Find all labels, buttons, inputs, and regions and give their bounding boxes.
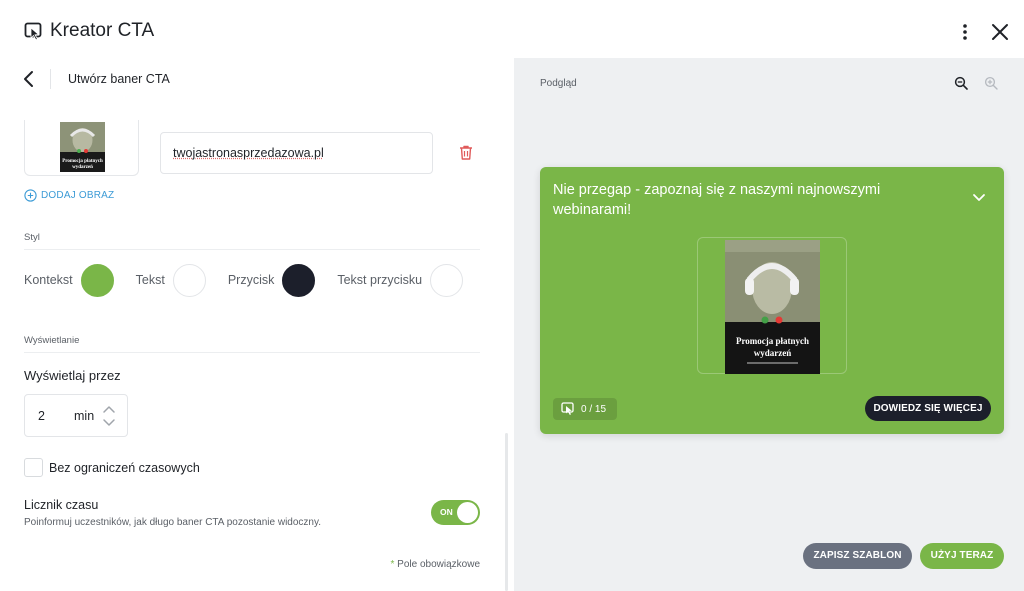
display-section-label: Wyświetlanie — [24, 335, 80, 346]
close-icon[interactable] — [990, 22, 1010, 42]
editor-panel: Utwórz baner CTA Promocja płatnych wydar… — [0, 58, 512, 591]
attendee-counter: 0 / 15 — [553, 398, 617, 420]
image-thumbnail-card[interactable]: Promocja płatnych wydarzeń — [24, 120, 139, 176]
editor-scrollbar[interactable] — [505, 433, 508, 591]
cover-title-line2: wydarzeń — [754, 348, 792, 358]
chevron-left-icon[interactable] — [20, 69, 38, 89]
cover-title-line1: Promocja płatnych — [736, 336, 809, 346]
app-title: Kreator CTA — [50, 20, 155, 41]
preview-panel: Podgląd Nie przegap - zapoznaj się z nas… — [514, 58, 1024, 591]
zoom-in-icon[interactable] — [984, 76, 998, 90]
toggle-knob — [457, 502, 478, 523]
cta-logo-icon — [561, 402, 574, 415]
chevron-down-icon[interactable] — [972, 193, 986, 203]
display-for-label: Wyświetlaj przez — [24, 368, 121, 383]
thumbnail-cover-line2: wydarzeń — [72, 165, 93, 170]
counter-text: 0 / 15 — [581, 403, 607, 415]
style-section-label: Styl — [24, 232, 40, 243]
plus-circle-icon — [24, 188, 37, 202]
zoom-out-icon[interactable] — [954, 76, 968, 90]
swatch-label-button-text: Tekst przycisku — [337, 273, 423, 287]
use-now-button[interactable]: UŻYJ TERAZ — [920, 543, 1004, 569]
page-subtitle: Utwórz baner CTA — [68, 72, 170, 86]
image-thumbnail: Promocja płatnych wydarzeń — [60, 122, 105, 172]
no-time-limit-checkbox[interactable] — [24, 458, 43, 477]
swatch-label-button: Przycisk — [227, 273, 275, 287]
swatch-label-text: Tekst — [135, 273, 165, 287]
swatch-context[interactable] — [80, 263, 114, 297]
duration-stepper[interactable]: 2 min — [24, 394, 128, 437]
duration-unit: min — [74, 409, 95, 423]
image-link-input[interactable]: twojastronasprzedazowa.pl — [160, 132, 433, 174]
timer-toggle[interactable]: ON — [431, 500, 480, 525]
preview-label: Podgląd — [540, 78, 577, 89]
trash-icon[interactable] — [459, 145, 473, 160]
swatch-button[interactable] — [282, 263, 316, 297]
cta-banner-preview: Nie przegap - zapoznaj się z naszymi naj… — [540, 167, 1004, 434]
toggle-on-label: ON — [440, 507, 453, 517]
stepper-arrows-icon[interactable] — [102, 403, 116, 429]
header-divider — [50, 69, 51, 89]
banner-headline: Nie przegap - zapoznaj się z naszymi naj… — [553, 182, 881, 218]
swatch-label-context: Kontekst — [24, 273, 73, 287]
kebab-menu-icon[interactable] — [958, 22, 972, 42]
top-bar: Kreator CTA — [0, 0, 1024, 58]
add-image-label: DODAJ OBRAZ — [41, 189, 115, 201]
cta-creator-window: Kreator CTA Utwórz baner CTA Promocja pł… — [0, 0, 1024, 591]
cta-logo-icon — [24, 22, 42, 41]
style-divider — [24, 249, 480, 250]
save-template-button[interactable]: ZAPISZ SZABLON — [803, 543, 912, 569]
banner-cover-image: Promocja płatnych wydarzeń — [725, 240, 820, 374]
thumbnail-cover-line1: Promocja płatnych — [62, 159, 103, 164]
add-image-button[interactable]: DODAJ OBRAZ — [24, 187, 114, 203]
timer-description: Poinformuj uczestników, jak długo baner … — [24, 517, 322, 528]
duration-value[interactable]: 2 — [38, 409, 45, 423]
required-star: * — [390, 559, 395, 570]
swatch-button-text[interactable] — [430, 263, 464, 297]
learn-more-button[interactable]: DOWIEDZ SIĘ WIĘCEJ — [865, 396, 991, 421]
required-note-text: Pole obowiązkowe — [397, 559, 480, 570]
timer-title: Licznik czasu — [24, 498, 99, 512]
color-swatch-row: Kontekst Tekst Przycisk Tekst przycisku — [24, 263, 464, 297]
display-divider — [24, 352, 480, 353]
no-time-limit-label: Bez ograniczeń czasowych — [49, 461, 200, 475]
swatch-text[interactable] — [172, 263, 206, 297]
required-fields-note: * Pole obowiązkowe — [390, 559, 480, 570]
